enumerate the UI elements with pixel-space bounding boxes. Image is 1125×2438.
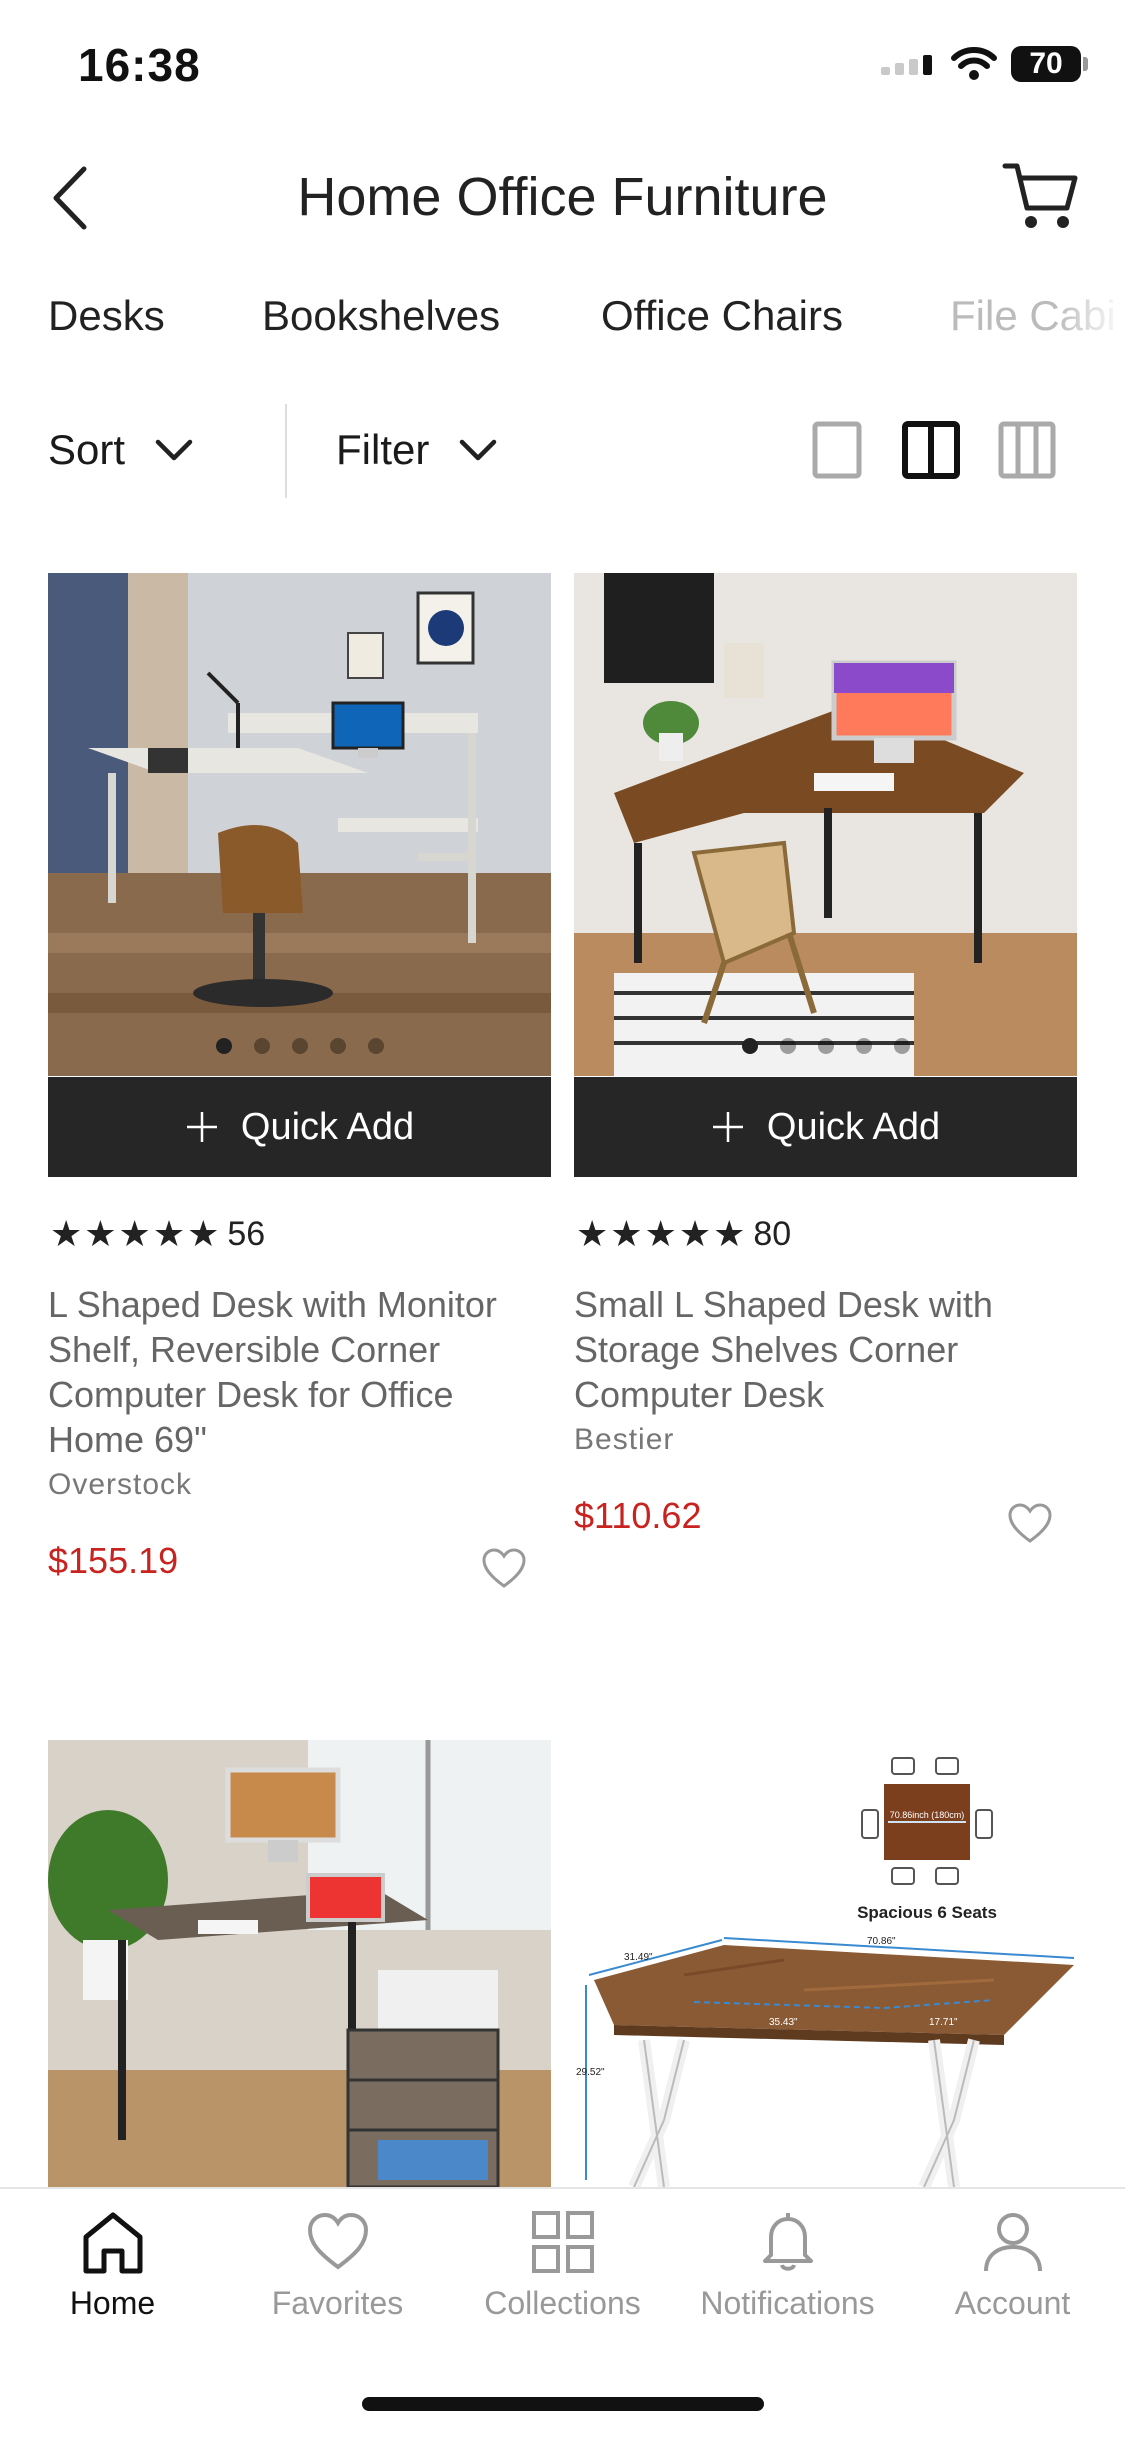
product-brand: Bestier <box>574 1423 675 1456</box>
nav-home[interactable]: Home <box>0 2209 225 2322</box>
nav-notifications[interactable]: Notifications <box>675 2209 900 2322</box>
cart-button[interactable] <box>1001 156 1081 236</box>
quick-add-label: Quick Add <box>240 1105 415 1148</box>
tab-office-chairs[interactable]: Office Chairs <box>601 292 843 340</box>
product-rating: ★★★★★ 80 <box>576 1213 791 1255</box>
plus-icon <box>186 1112 217 1142</box>
category-tabs: Desks Bookshelves Office Chairs File Cab… <box>0 292 1125 352</box>
heart-outline-icon <box>482 1548 526 1588</box>
quick-add-button[interactable]: Quick Add <box>574 1077 1077 1177</box>
tab-desks[interactable]: Desks <box>48 292 165 340</box>
dimension-label: 31.49" <box>624 1952 653 1963</box>
product-price: $110.62 <box>574 1495 702 1536</box>
nav-favorites[interactable]: Favorites <box>225 2209 450 2322</box>
product-image[interactable] <box>48 1740 551 2187</box>
product-photo-small-l-desk <box>574 573 1077 1076</box>
heart-outline-icon <box>1008 1503 1052 1543</box>
product-title-line: Small L Shaped Desk with <box>574 1284 993 1325</box>
nav-label: Home <box>69 2285 156 2321</box>
product-brand: Overstock <box>48 1468 193 1501</box>
image-caption: Spacious 6 Seats <box>857 1903 997 1922</box>
view-single-column-button[interactable] <box>808 420 866 480</box>
star-icons: ★★★★★ <box>50 1213 222 1254</box>
product-price: $155.19 <box>48 1540 179 1581</box>
table-dimension-label: 70.86inch (180cm) <box>890 1810 965 1820</box>
image-carousel-dots <box>48 1038 551 1054</box>
two-column-view-icon <box>902 421 960 479</box>
home-icon <box>83 2212 142 2274</box>
product-image[interactable] <box>48 573 551 1076</box>
home-indicator[interactable] <box>362 2397 764 2411</box>
carousel-dot[interactable] <box>741 1038 758 1054</box>
nav-label: Account <box>954 2285 1071 2321</box>
nav-label: Favorites <box>271 2285 404 2321</box>
chevron-down-icon <box>460 439 497 461</box>
plus-icon <box>712 1112 743 1142</box>
product-photo-l-shaped-desk <box>48 573 551 1076</box>
grid-icon <box>531 2211 594 2273</box>
page-title: Home Office Furniture <box>297 167 828 227</box>
carousel-dot[interactable] <box>253 1038 270 1054</box>
filter-dropdown[interactable]: Filter <box>336 420 497 480</box>
rating-count: 56 <box>227 1214 266 1253</box>
carousel-dot[interactable] <box>367 1038 384 1054</box>
battery-level: 70 <box>1029 47 1063 80</box>
nav-label: Notifications <box>700 2285 875 2321</box>
rating-count: 80 <box>753 1214 792 1253</box>
product-title-line: Computer Desk for Office <box>48 1374 454 1415</box>
nav-collections[interactable]: Collections <box>450 2209 675 2322</box>
quick-add-label: Quick Add <box>766 1105 941 1148</box>
product-photo-dining-table-diagram: 70.86inch (180cm) Spacious 6 Seats 70.86… <box>574 1740 1077 2187</box>
dimension-label: 70.86" <box>867 1936 896 1947</box>
carousel-dot[interactable] <box>291 1038 308 1054</box>
tab-bookshelves[interactable]: Bookshelves <box>262 292 500 340</box>
product-title-line: Computer Desk <box>574 1374 825 1415</box>
product-title-line: Home 69" <box>48 1419 207 1460</box>
view-three-column-button[interactable] <box>998 420 1056 480</box>
carousel-dot[interactable] <box>817 1038 834 1054</box>
quick-add-button[interactable]: Quick Add <box>48 1077 551 1177</box>
bell-icon <box>762 2213 813 2271</box>
nav-account[interactable]: Account <box>900 2209 1125 2322</box>
product-title[interactable]: L Shaped Desk with Monitor Shelf, Revers… <box>48 1282 528 1462</box>
carousel-dot[interactable] <box>893 1038 910 1054</box>
filter-label: Filter <box>336 426 430 473</box>
single-column-view-icon <box>812 421 862 479</box>
chevron-down-icon <box>155 439 193 461</box>
status-icons: 70 <box>881 46 1088 82</box>
product-title[interactable]: Small L Shaped Desk with Storage Shelves… <box>574 1282 1054 1417</box>
cellular-signal-icon <box>881 55 932 75</box>
favorite-button[interactable] <box>480 1546 528 1590</box>
battery-indicator: 70 <box>1011 46 1088 82</box>
favorite-button[interactable] <box>1006 1501 1054 1545</box>
toolbar-divider <box>285 404 287 498</box>
star-icons: ★★★★★ <box>576 1213 748 1254</box>
cart-icon <box>1002 163 1078 228</box>
sort-label: Sort <box>48 426 126 473</box>
product-photo-desk-with-drawers <box>48 1740 551 2187</box>
person-icon <box>983 2213 1042 2272</box>
sort-dropdown[interactable]: Sort <box>48 420 193 480</box>
product-image[interactable]: 70.86inch (180cm) Spacious 6 Seats 70.86… <box>574 1740 1077 2187</box>
view-two-column-button[interactable] <box>902 420 960 480</box>
product-image[interactable] <box>574 573 1077 1076</box>
heart-icon <box>307 2212 368 2270</box>
carousel-dot[interactable] <box>215 1038 232 1054</box>
dimension-label: 29.52" <box>576 2067 605 2078</box>
three-column-view-icon <box>998 421 1056 479</box>
status-time: 16:38 <box>78 39 201 91</box>
product-title-line: L Shaped Desk with Monitor <box>48 1284 497 1325</box>
carousel-dot[interactable] <box>779 1038 796 1054</box>
dimension-label: 17.71" <box>929 2017 958 2028</box>
tabs-fade-overlay <box>1055 292 1125 352</box>
nav-label: Collections <box>484 2285 641 2321</box>
product-title-line: Shelf, Reversible Corner <box>48 1329 441 1370</box>
carousel-dot[interactable] <box>329 1038 346 1054</box>
carousel-dot[interactable] <box>855 1038 872 1054</box>
wifi-icon <box>951 47 997 80</box>
image-carousel-dots <box>574 1038 1077 1054</box>
dimension-label: 35.43" <box>769 2017 798 2028</box>
product-title-line: Storage Shelves Corner <box>574 1329 959 1370</box>
product-rating: ★★★★★ 56 <box>50 1213 265 1255</box>
